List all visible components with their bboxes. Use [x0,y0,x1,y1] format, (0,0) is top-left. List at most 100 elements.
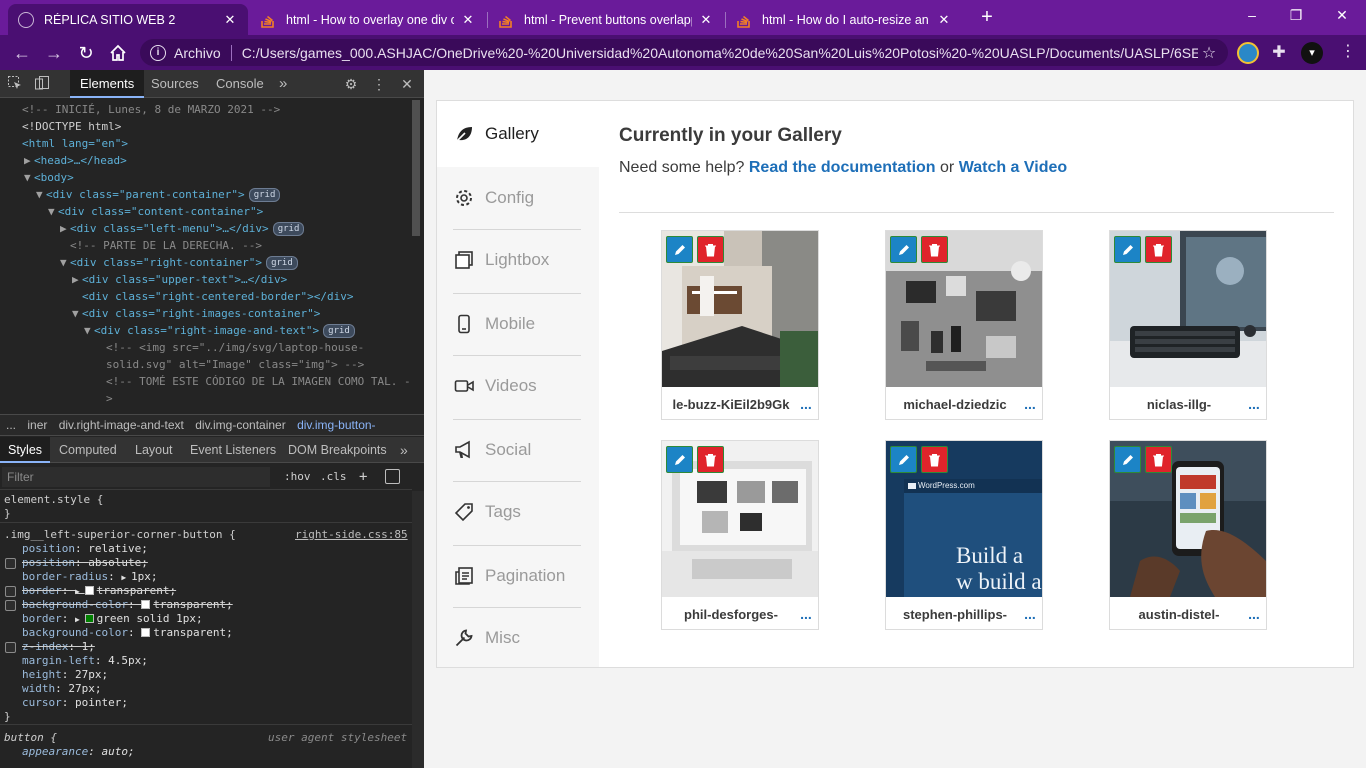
devtools-tab-sources[interactable]: Sources [151,70,199,98]
css-declaration[interactable]: margin-left: 4.5px; [22,654,148,668]
close-window-button[interactable]: ✕ [1320,0,1364,32]
subtab-computed[interactable]: Computed [59,437,117,463]
css-declaration[interactable]: position: absolute; [22,556,148,570]
back-arrow-icon[interactable]: ← [10,41,34,65]
maximize-button[interactable]: ❐ [1274,0,1318,32]
edit-button[interactable] [890,446,917,473]
bookmark-star-icon[interactable]: ☆ [1198,43,1220,63]
edit-button[interactable] [666,446,693,473]
color-swatch[interactable] [84,586,94,595]
collapse-arrow-icon[interactable]: ▼ [36,186,46,203]
dom-node-line[interactable]: ▼ <div class="right-image-and-text"> grid [84,322,355,339]
grid-badge[interactable]: grid [272,222,305,236]
css-declaration[interactable]: width: 27px; [22,682,102,696]
new-rule-button[interactable]: + [359,467,367,487]
more-options-button[interactable]: ... [1018,606,1042,622]
devtools-tab-elements[interactable]: Elements [70,70,145,98]
menu-item-mobile[interactable]: Mobile [437,293,599,355]
grid-badge[interactable]: grid [323,324,355,338]
gallery-image-card[interactable]: niclas-illg- ... [1109,230,1267,420]
browser-tab[interactable]: html - Prevent buttons overlappi ✕ [488,4,724,35]
grid-badge[interactable]: grid [266,256,298,270]
close-icon[interactable]: ✕ [460,12,476,28]
hover-state-toggle[interactable]: :hov [284,467,311,487]
css-declaration[interactable]: z-index: 1; [22,640,95,654]
expand-shorthand-icon[interactable]: ▶ [75,587,85,596]
close-icon[interactable]: ✕ [222,12,238,28]
element-style-selector[interactable]: element.style { [4,493,103,507]
rule-source-link[interactable]: right-side.css:85 [295,528,408,542]
more-options-button[interactable]: ... [1242,606,1266,622]
elements-dom-tree[interactable]: <!-- INICIÉ, Lunes, 8 de MARZO 2021 --> <… [0,99,410,409]
property-checkbox[interactable] [5,642,16,653]
subtab-more[interactable]: » [400,437,408,463]
devtools-menu-icon[interactable]: ⋮ [370,75,388,93]
gallery-image-card[interactable]: WordPress.com Build a w build a n stephe… [885,440,1043,630]
expand-shorthand-icon[interactable]: ▶ [121,573,131,582]
browser-tab-active[interactable]: RÉPLICA SITIO WEB 2 ✕ [8,4,248,35]
puzzle-extensions-icon[interactable]: ✚ [1268,42,1290,64]
collapse-arrow-icon[interactable]: ▼ [48,203,58,220]
css-declaration[interactable]: border-radius: ▶ 1px; [22,570,157,584]
property-checkbox[interactable] [5,586,16,597]
color-swatch[interactable] [141,600,151,609]
documentation-link[interactable]: Read the documentation [749,159,936,176]
address-url[interactable]: C:/Users/games_000.ASHJAC/OneDrive%20-%2… [242,45,1198,61]
collapse-arrow-icon[interactable]: ▼ [24,169,34,186]
close-devtools-icon[interactable]: ✕ [398,75,416,93]
image-laptop-photos[interactable] [662,441,818,597]
browser-tab[interactable]: html - How to overlay one div ov ✕ [250,4,486,35]
css-declaration[interactable]: background-color: transparent; [22,626,233,640]
devtools-tab-console[interactable]: Console [216,70,264,98]
watch-video-link[interactable]: Watch a Video [959,159,1067,176]
dom-node-line[interactable]: <!-- <img src="../img/svg/laptop-house- [96,339,364,356]
expand-shorthand-icon[interactable]: ▶ [75,615,85,624]
delete-button[interactable] [921,236,948,263]
css-declaration[interactable]: cursor: pointer; [22,696,128,710]
breadcrumb-item[interactable]: iner [27,418,47,432]
reload-icon[interactable]: ↻ [74,41,98,65]
styles-pane[interactable]: element.style {} .img__left-superior-corn… [0,491,412,768]
expand-arrow-icon[interactable]: ▶ [60,220,70,237]
image-desk-monitor[interactable] [1110,231,1266,387]
grid-badge[interactable]: grid [248,188,281,202]
menu-item-config[interactable]: Config [437,167,599,229]
dom-node-line[interactable]: ▼ <div class="right-images-container"> [72,305,320,322]
breadcrumb-item[interactable]: div.img-container [195,418,285,432]
gallery-image-card[interactable]: michael-dziedzic ... [885,230,1043,420]
extension-avatar-icon[interactable] [1237,42,1259,64]
dom-node-line[interactable]: ▼ <body> [24,169,74,186]
dom-node-line[interactable]: > [96,390,113,407]
color-swatch[interactable] [84,614,94,623]
dom-node-line[interactable]: ▶ <div class="upper-text">…</div> [72,271,287,288]
menu-item-pagination[interactable]: Pagination [437,545,599,607]
css-declaration[interactable]: border: ▶ green solid 1px; [22,612,203,626]
menu-item-tags[interactable]: Tags [437,481,599,543]
home-icon[interactable] [106,41,130,65]
dom-node-line[interactable]: ▼ <div class="content-container"> [48,203,263,220]
menu-item-gallery[interactable]: Gallery [437,101,599,167]
minimize-button[interactable]: – [1230,0,1274,32]
subtab-styles[interactable]: Styles [0,437,51,463]
expand-arrow-icon[interactable]: ▶ [24,152,34,169]
collapse-arrow-icon[interactable]: ▼ [84,322,94,339]
menu-item-lightbox[interactable]: Lightbox [437,229,599,291]
dom-node-line[interactable]: ▼ <div class="parent-container"> grid [36,186,281,203]
computed-sidebar-toggle-icon[interactable] [385,469,400,484]
delete-button[interactable] [697,446,724,473]
dom-node-line[interactable]: <!-- TOMÉ ESTE CÓDIGO DE LA IMAGEN COMO … [96,373,410,390]
settings-gear-icon[interactable]: ⚙ [342,75,360,93]
color-swatch[interactable] [141,628,151,637]
dom-node-line[interactable]: ▶ <div class="left-menu">…</div> grid [60,220,305,237]
class-toggle[interactable]: .cls [320,467,347,487]
dom-node-line[interactable]: ▶ <head>…</head> [24,152,127,169]
devtools-more-tabs[interactable]: » [279,70,287,98]
css-declaration[interactable]: position: relative; [22,542,148,556]
dom-node-line[interactable]: solid.svg" alt="Image" class="img"> --> [96,356,364,373]
css-declaration[interactable]: background-color: transparent; [22,598,233,612]
inspect-element-icon[interactable] [6,75,24,93]
dom-node-line[interactable]: <!-- <svg aria-hidden="true" focusable="… [96,407,410,409]
image-phone-in-hand[interactable] [1110,441,1266,597]
new-tab-button[interactable]: + [976,6,998,28]
browser-tab[interactable]: html - How do I auto-resize an in ✕ [726,4,962,35]
